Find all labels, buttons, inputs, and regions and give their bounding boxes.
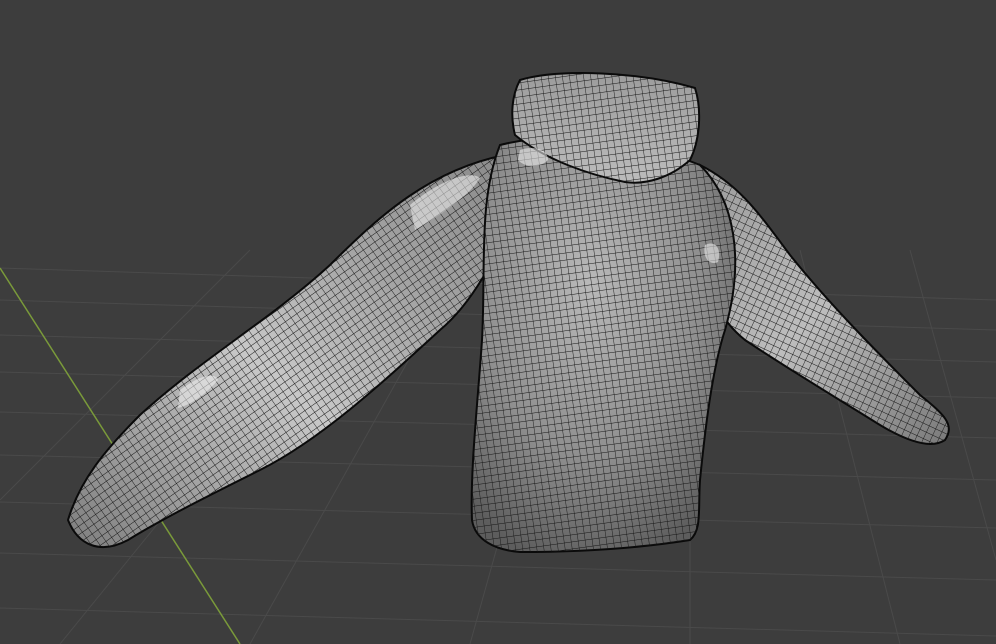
viewport-canvas bbox=[0, 72, 996, 644]
3d-viewport[interactable] bbox=[0, 0, 996, 644]
hoodie-model bbox=[66, 72, 950, 554]
